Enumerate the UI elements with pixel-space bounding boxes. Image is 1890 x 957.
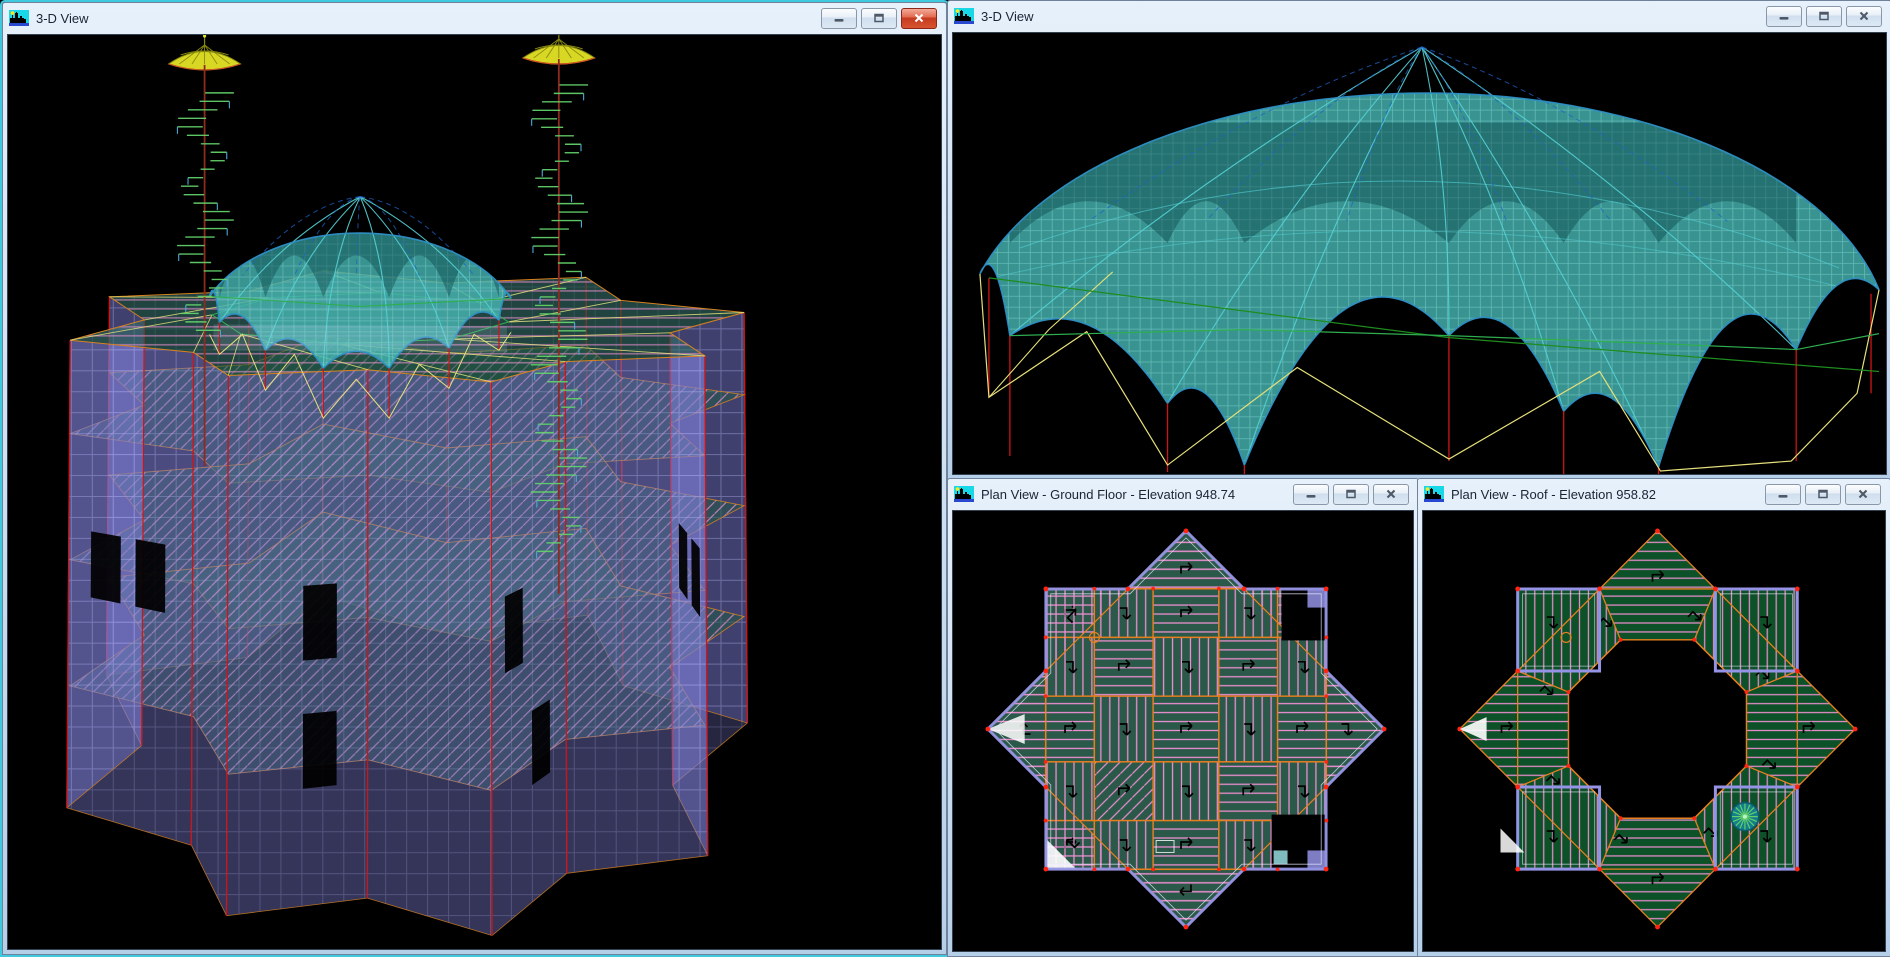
window-titlebar[interactable]: Plan View - Ground Floor - Elevation 948… bbox=[948, 479, 1418, 509]
window-3d-dome: 3-D View bbox=[947, 0, 1890, 480]
close-button[interactable] bbox=[1845, 484, 1881, 505]
viewport-3d-main[interactable] bbox=[7, 34, 942, 950]
window-titlebar[interactable]: Plan View - Roof - Elevation 958.82 bbox=[1418, 479, 1890, 509]
scene-3d-dome bbox=[953, 33, 1886, 474]
etabs-model-icon bbox=[954, 8, 974, 24]
minimize-button[interactable] bbox=[1293, 484, 1329, 505]
close-button[interactable] bbox=[1373, 484, 1409, 505]
window-titlebar[interactable]: 3-D View bbox=[948, 1, 1890, 31]
etabs-model-icon bbox=[954, 486, 974, 502]
window-controls bbox=[1293, 484, 1412, 505]
window-controls bbox=[821, 8, 940, 29]
window-plan-roof: Plan View - Roof - Elevation 958.82 bbox=[1417, 478, 1890, 957]
restore-button[interactable] bbox=[1805, 484, 1841, 505]
window-controls bbox=[1766, 6, 1885, 27]
window-titlebar[interactable]: 3-D View bbox=[3, 3, 946, 33]
window-controls bbox=[1765, 484, 1884, 505]
viewport-plan-ground[interactable] bbox=[952, 510, 1414, 952]
window-plan-ground: Plan View - Ground Floor - Elevation 948… bbox=[947, 478, 1419, 957]
scene-plan-ground bbox=[953, 511, 1413, 951]
viewport-3d-dome[interactable] bbox=[952, 32, 1887, 475]
restore-button[interactable] bbox=[1806, 6, 1842, 27]
restore-button[interactable] bbox=[1333, 484, 1369, 505]
viewport-plan-roof[interactable] bbox=[1422, 510, 1886, 952]
minimize-button[interactable] bbox=[1766, 6, 1802, 27]
window-title: 3-D View bbox=[36, 11, 89, 26]
etabs-model-icon bbox=[9, 10, 29, 26]
window-3d-main: 3-D View bbox=[2, 2, 947, 955]
scene-plan-roof bbox=[1423, 511, 1885, 951]
minimize-button[interactable] bbox=[821, 8, 857, 29]
close-button[interactable] bbox=[901, 8, 937, 29]
minimize-button[interactable] bbox=[1765, 484, 1801, 505]
close-button[interactable] bbox=[1846, 6, 1882, 27]
window-title: Plan View - Roof - Elevation 958.82 bbox=[1451, 487, 1656, 502]
window-title: Plan View - Ground Floor - Elevation 948… bbox=[981, 487, 1235, 502]
window-title: 3-D View bbox=[981, 9, 1034, 24]
scene-3d-building bbox=[8, 35, 941, 949]
restore-button[interactable] bbox=[861, 8, 897, 29]
etabs-model-icon bbox=[1424, 486, 1444, 502]
